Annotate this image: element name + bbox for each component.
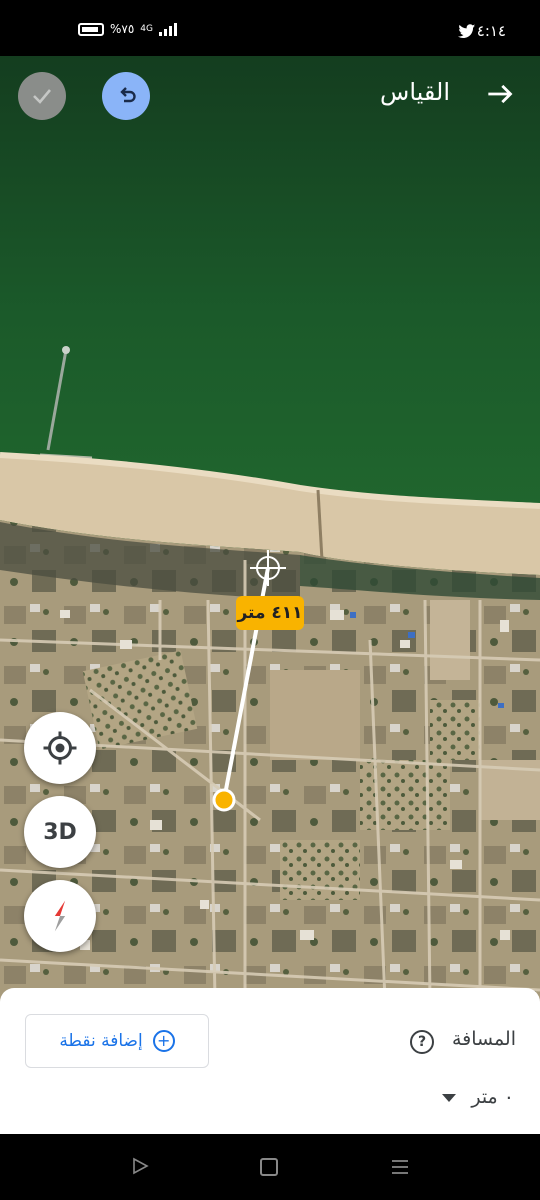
help-icon[interactable]: ? (410, 1030, 434, 1054)
done-button[interactable] (18, 72, 66, 120)
twitter-icon (458, 24, 476, 38)
network-type: 4G (140, 24, 153, 34)
my-location-button[interactable] (24, 712, 96, 784)
measure-header: القياس (0, 56, 540, 136)
signal-icon (159, 22, 177, 36)
battery-icon (78, 22, 104, 36)
status-time: ٤:١٤ (476, 22, 506, 40)
add-icon: + (152, 1030, 175, 1052)
my-location-icon (43, 731, 77, 765)
dropdown-icon[interactable] (442, 1094, 456, 1102)
compass-icon (54, 900, 66, 932)
3d-button[interactable]: 3D (24, 796, 96, 868)
check-icon (33, 89, 51, 104)
battery-text: %٧٥ (110, 22, 135, 36)
3d-label: 3D (43, 819, 77, 845)
satellite-map[interactable] (0, 56, 540, 1132)
undo-button[interactable] (102, 72, 150, 120)
add-point-label: إضافة نقطة (59, 1031, 143, 1051)
compass-button[interactable] (24, 880, 96, 952)
nav-back-icon[interactable] (130, 1156, 150, 1176)
page-title: القياس (380, 78, 450, 106)
status-indicators: %٧٥ 4G (78, 22, 177, 36)
add-point-button[interactable]: + إضافة نقطة (25, 1014, 209, 1068)
nav-menu-icon[interactable] (390, 1158, 410, 1176)
distance-badge: ٤١١ متر (236, 596, 304, 630)
map-imagery (0, 56, 540, 1132)
back-arrow-icon[interactable] (486, 80, 514, 108)
system-nav-bar (0, 1134, 540, 1200)
distance-value[interactable]: ٠ متر (471, 1086, 514, 1108)
status-bar: %٧٥ 4G ٤:١٤ (0, 0, 540, 56)
nav-home-icon[interactable] (260, 1158, 278, 1176)
measure-bottom-sheet: + إضافة نقطة المسافة ? ٠ متر (0, 988, 540, 1134)
undo-icon (120, 87, 136, 103)
distance-label: المسافة (451, 1028, 516, 1050)
